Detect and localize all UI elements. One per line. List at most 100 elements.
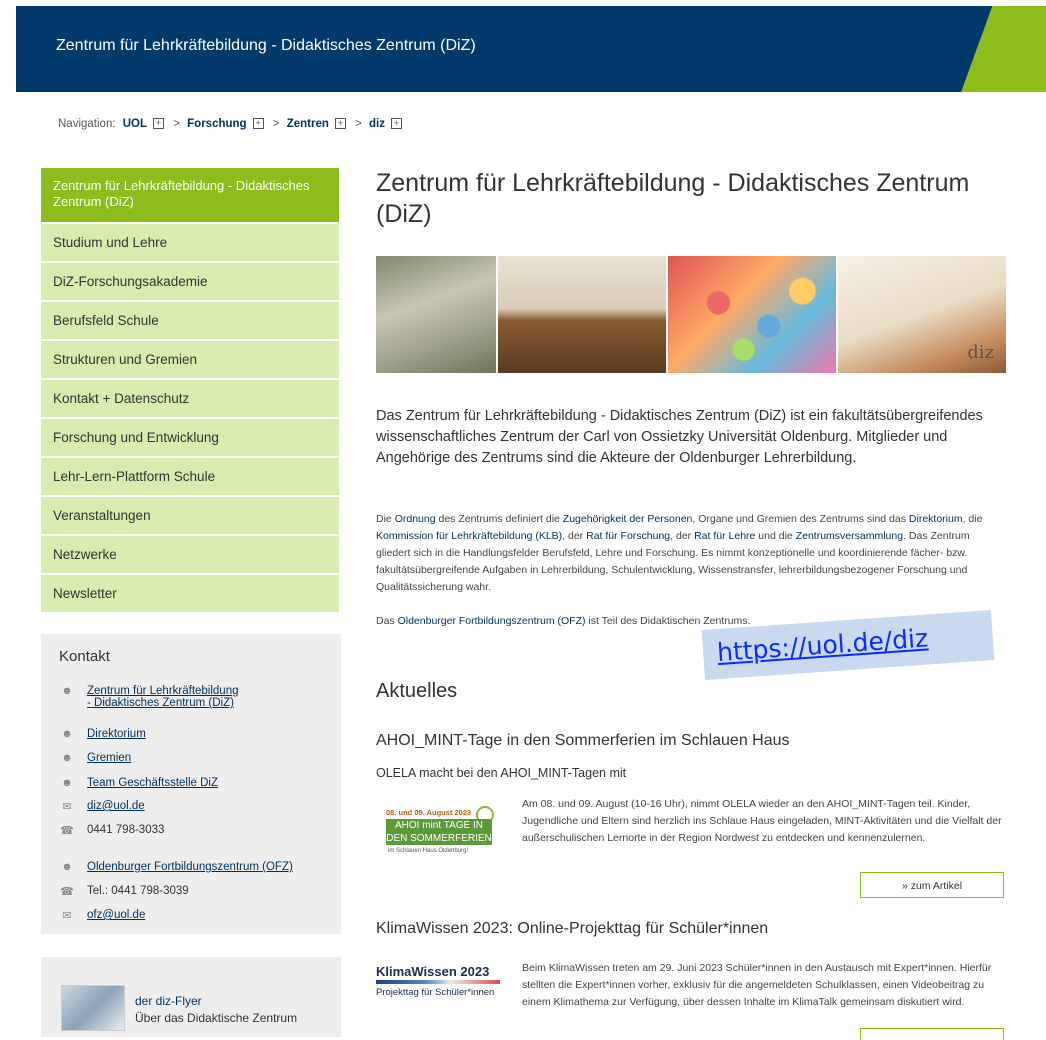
news-subtitle: OLELA macht bei den AHOI_MINT-Tagen mit [376,766,627,780]
expand-icon[interactable]: + [334,118,346,130]
text: Das [376,615,398,627]
kontakt-item: ☎ Tel.: 0441 798-3039 [59,885,189,898]
breadcrumb-item-uol[interactable]: UOL [123,118,147,130]
text: , der [670,530,695,542]
link-rat-lehre[interactable]: Rat für Lehre [694,530,755,542]
kontakt-item: ☻ Gremien [59,752,131,764]
kontakt-phone-ofz: Tel.: 0441 798-3039 [87,885,189,897]
kontakt-email-diz[interactable]: diz@uol.de [87,800,145,812]
site-header: Zentrum für Lehrkräftebildung - Didaktis… [16,6,1046,92]
link-ofz[interactable]: Oldenburger Fortbildungszentrum (OFZ) [398,615,586,627]
intro-text: Das Zentrum für Lehrkräftebildung - Dida… [376,408,983,466]
kontakt-link-ofz[interactable]: Oldenburger Fortbildungszentrum (OFZ) [87,861,293,873]
text: und die [755,530,796,542]
klima-caption: Projekttag für Schüler*innen [376,987,495,998]
breadcrumb-separator: > [355,118,362,130]
sidebar-item-kontakt[interactable]: Kontakt + Datenschutz [41,380,339,419]
read-article-button[interactable]: » zum Artikel [860,872,1004,898]
body-paragraph: Die Ordnung des Zentrums definiert die Z… [376,511,1006,596]
read-article-button-partial[interactable] [860,1028,1004,1040]
header-accent-shape [955,6,1046,92]
kontakt-item: ☻ Zentrum für Lehrkräftebildung - Didakti… [59,685,239,709]
kontakt-phone-diz: 0441 798-3033 [87,824,165,836]
diz-logo: diz [967,342,994,363]
news-image-ahoi[interactable]: 08. und 09. August 2023 AHOI mint TAGE I… [376,804,502,864]
section-heading-aktuelles: Aktuelles [376,680,458,702]
news-image-klimawissen[interactable]: KlimaWissen 2023 Projekttag für Schüler*… [376,958,502,1018]
group-icon: ☻ [61,777,73,789]
sidebar-item-forschung[interactable]: Forschung und Entwicklung [41,419,339,458]
sidebar-item-plattform[interactable]: Lehr-Lern-Plattform Schule [41,458,339,497]
site-title[interactable]: Zentrum für Lehrkräftebildung - Didaktis… [56,37,476,55]
banner-classroom [498,256,666,373]
breadcrumb-separator: > [272,118,280,130]
sidebar-item-diz[interactable]: Zentrum für Lehrkräftebildung - Didaktis… [41,168,339,224]
mail-icon: ✉ [62,910,72,922]
kontakt-link-gremien[interactable]: Gremien [87,752,131,764]
news-title[interactable]: KlimaWissen 2023: Online-Projekttag für … [376,920,768,938]
group-icon: ☻ [61,685,73,697]
sidebar-item-studium[interactable]: Studium und Lehre [41,224,339,263]
banner-chalk-hand [376,256,496,373]
phone-icon: ☎ [60,886,74,898]
breadcrumb: Navigation: UOL + > Forschung + > Zentren +… [58,118,408,130]
klima-stripes [376,980,500,984]
kontakt-item: ☻ Direktorium [59,728,146,740]
ahoi-date: 08. und 09. August 2023 [386,808,472,817]
kontakt-box: Kontakt ☻ Zentrum für Lehrkräftebildung -… [41,634,341,934]
breadcrumb-item-forschung[interactable]: Forschung [187,118,246,130]
breadcrumb-label: Navigation: [58,118,116,130]
phone-icon: ☎ [60,825,74,837]
expand-icon[interactable]: + [390,118,402,130]
sidebar-item-strukturen[interactable]: Strukturen und Gremien [41,341,339,380]
text: Organe und Gremien des Zentrums sind das [695,513,909,525]
flyer-box: der diz-Flyer Über das Didaktische Zentr… [41,957,341,1037]
link-zentrumsversammlung[interactable]: Zentrumsversammlung [796,530,903,542]
kontakt-link-diz-line2[interactable]: - Didaktisches Zentrum (DiZ) [87,697,234,709]
kontakt-title: Kontakt [59,648,110,665]
news-text: Am 08. und 09. August (10-16 Uhr), nimmt… [522,798,1002,844]
sidebar-nav: Zentrum für Lehrkräftebildung - Didaktis… [41,168,339,614]
link-klb[interactable]: Kommission für Lehrkräftebildung (KLB) [376,530,562,542]
group-icon: ☻ [61,752,73,764]
sidebar-item-forschungsakademie[interactable]: DiZ-Forschungsakademie [41,263,339,302]
group-icon: ☻ [61,861,73,873]
sidebar-item-veranstaltungen[interactable]: Veranstaltungen [41,497,339,536]
url-link[interactable]: https://uol.de/diz [716,623,929,667]
kontakt-link-direktorium[interactable]: Direktorium [87,728,146,740]
ahoi-logo: AHOI mint TAGE IN DEN SOMMERFERIEN [386,819,492,845]
kontakt-item: ☻ Team Geschäftsstelle DiZ [59,777,218,789]
banner-chalk-pieces [668,256,836,373]
expand-icon[interactable]: + [153,118,165,130]
breadcrumb-item-diz[interactable]: diz [369,118,385,130]
text: , der [562,530,587,542]
text: Die [376,513,395,525]
breadcrumb-item-zentren[interactable]: Zentren [287,118,329,130]
expand-icon[interactable]: + [252,118,264,130]
klima-logo-text: KlimaWissen 2023 [376,964,490,979]
kontakt-item: ☎ 0441 798-3033 [59,824,165,837]
flyer-thumbnail[interactable] [61,985,125,1031]
text: des Zentrums definiert die [435,513,563,525]
group-icon: ☻ [61,728,73,740]
kontakt-item: ☻ Oldenburger Fortbildungszentrum (OFZ) [59,861,293,873]
link-ordnung[interactable]: Ordnung [395,513,436,525]
news-title[interactable]: AHOI_MINT-Tage in den Sommerferien im Sc… [376,732,790,750]
link-zugehoerigkeit[interactable]: Zugehörigkeit der Personen, [563,513,696,525]
kontakt-email-ofz[interactable]: ofz@uol.de [87,909,145,921]
kontakt-link-team[interactable]: Team Geschäftsstelle DiZ [87,777,218,789]
link-rat-forschung[interactable]: Rat für Forschung [586,530,670,542]
ahoi-caption: im Schlauen Haus Oldenburg! [388,848,469,854]
sidebar-item-berufsfeld[interactable]: Berufsfeld Schule [41,302,339,341]
text: ist Teil des Didaktischen Zentrums. [585,615,751,627]
breadcrumb-separator: > [173,118,180,130]
page-title: Zentrum für Lehrkräftebildung - Didaktis… [376,169,970,228]
kontakt-link-diz[interactable]: Zentrum für Lehrkräftebildung [87,685,239,697]
header-banner-image: diz [376,256,1006,373]
kontakt-item: ✉ ofz@uol.de [59,909,145,922]
mail-icon: ✉ [62,801,72,813]
link-direktorium[interactable]: Direktorium [909,513,963,525]
sidebar-item-netzwerke[interactable]: Netzwerke [41,536,339,575]
sidebar-item-newsletter[interactable]: Newsletter [41,575,339,614]
flyer-link[interactable]: der diz-Flyer [135,994,202,1008]
